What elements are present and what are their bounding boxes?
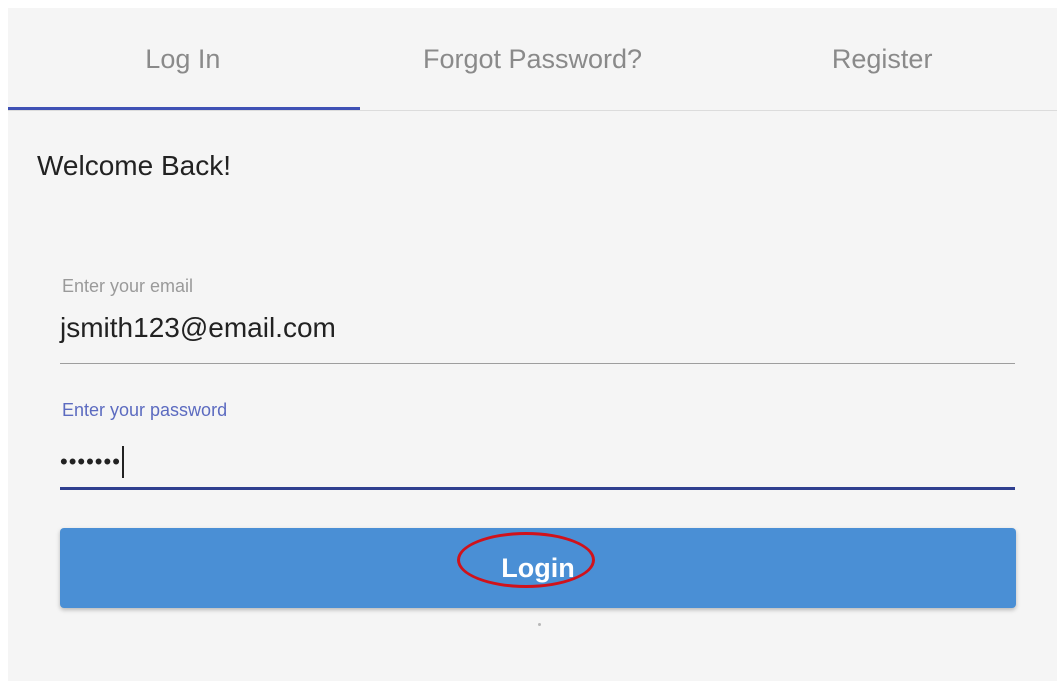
tab-register[interactable]: Register [707, 8, 1057, 110]
login-card: Log In Forgot Password? Register Welcome… [8, 8, 1057, 681]
active-tab-indicator [8, 107, 360, 110]
password-field-label: Enter your password [62, 400, 228, 420]
email-field[interactable]: Enter your email jsmith123@email.com [60, 276, 1015, 366]
password-field[interactable]: Enter your password ••••••• [60, 400, 1015, 490]
password-field-value[interactable]: ••••••• [60, 446, 124, 478]
tab-bar: Log In Forgot Password? Register [8, 8, 1057, 111]
email-field-label: Enter your email [62, 276, 194, 296]
email-field-value[interactable]: jsmith123@email.com [60, 312, 336, 344]
password-mask: ••••••• [60, 449, 121, 474]
email-field-underline [60, 363, 1015, 364]
tab-log-in[interactable]: Log In [8, 8, 358, 110]
tab-forgot-password[interactable]: Forgot Password? [358, 8, 708, 110]
password-field-underline [60, 487, 1015, 490]
text-caret [121, 446, 124, 478]
welcome-heading: Welcome Back! [37, 150, 231, 181]
login-button[interactable]: Login [60, 528, 1016, 608]
loading-dot [538, 623, 541, 626]
login-button-label: Login [501, 552, 575, 583]
